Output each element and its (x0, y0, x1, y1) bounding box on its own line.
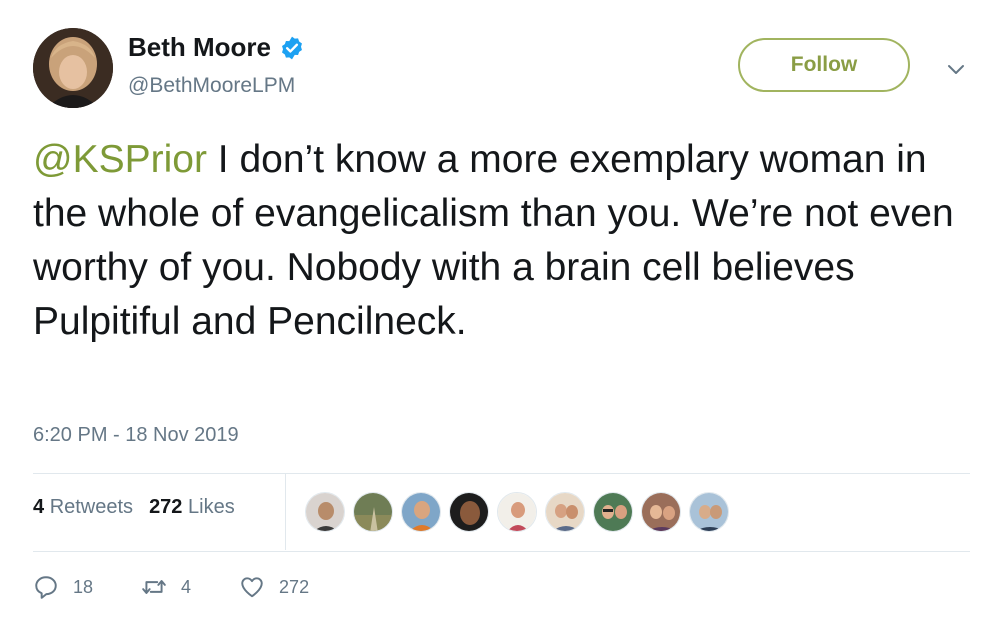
reply-icon (35, 576, 57, 599)
retweets-label: Retweets (49, 496, 134, 518)
liker-avatars (305, 492, 729, 532)
retweets-stat[interactable]: 4 Retweets (33, 496, 133, 519)
liker-avatar[interactable] (353, 492, 393, 532)
tweet-text: @KSPrior I don’t know a more exemplary w… (33, 133, 973, 349)
tweet-stats: 4 Retweets 272 Likes (33, 496, 235, 519)
stats-separator (285, 474, 286, 550)
retweet-count: 4 (181, 576, 192, 597)
liker-avatar[interactable] (401, 492, 441, 532)
like-action[interactable]: 272 (239, 574, 309, 600)
liker-avatar[interactable] (497, 492, 537, 532)
mention-link[interactable]: @KSPrior (33, 138, 207, 181)
author-display-name[interactable]: Beth Moore (128, 32, 271, 63)
reply-count: 18 (73, 576, 94, 597)
likes-stat[interactable]: 272 Likes (149, 496, 235, 519)
tweet-actions: 18 4 272 (33, 574, 357, 600)
author-name-row[interactable]: Beth Moore (128, 32, 305, 63)
author-handle[interactable]: @BethMooreLPM (128, 74, 295, 98)
chevron-down-icon[interactable] (944, 57, 968, 81)
avatar[interactable] (33, 28, 113, 108)
liker-avatar[interactable] (449, 492, 489, 532)
retweet-icon (142, 580, 166, 594)
retweet-action[interactable]: 4 (141, 574, 191, 600)
liker-avatar[interactable] (305, 492, 345, 532)
liker-avatar[interactable] (689, 492, 729, 532)
liker-avatar[interactable] (641, 492, 681, 532)
avatar-image (33, 28, 113, 108)
heart-icon (241, 577, 263, 598)
likes-label: Likes (188, 496, 235, 518)
liker-avatar[interactable] (593, 492, 633, 532)
reply-action[interactable]: 18 (33, 574, 93, 600)
tweet-timestamp[interactable]: 6:20 PM - 18 Nov 2019 (33, 424, 239, 447)
retweets-count: 4 (33, 496, 45, 518)
divider-bottom (33, 551, 970, 552)
divider-top (33, 473, 970, 474)
liker-avatar[interactable] (545, 492, 585, 532)
tweet-header: Beth Moore @BethMooreLPM Follow (0, 0, 1000, 120)
likes-count: 272 (149, 496, 183, 518)
like-count: 272 (279, 576, 310, 597)
follow-button[interactable]: Follow (738, 38, 910, 92)
verified-badge-icon (279, 35, 305, 61)
